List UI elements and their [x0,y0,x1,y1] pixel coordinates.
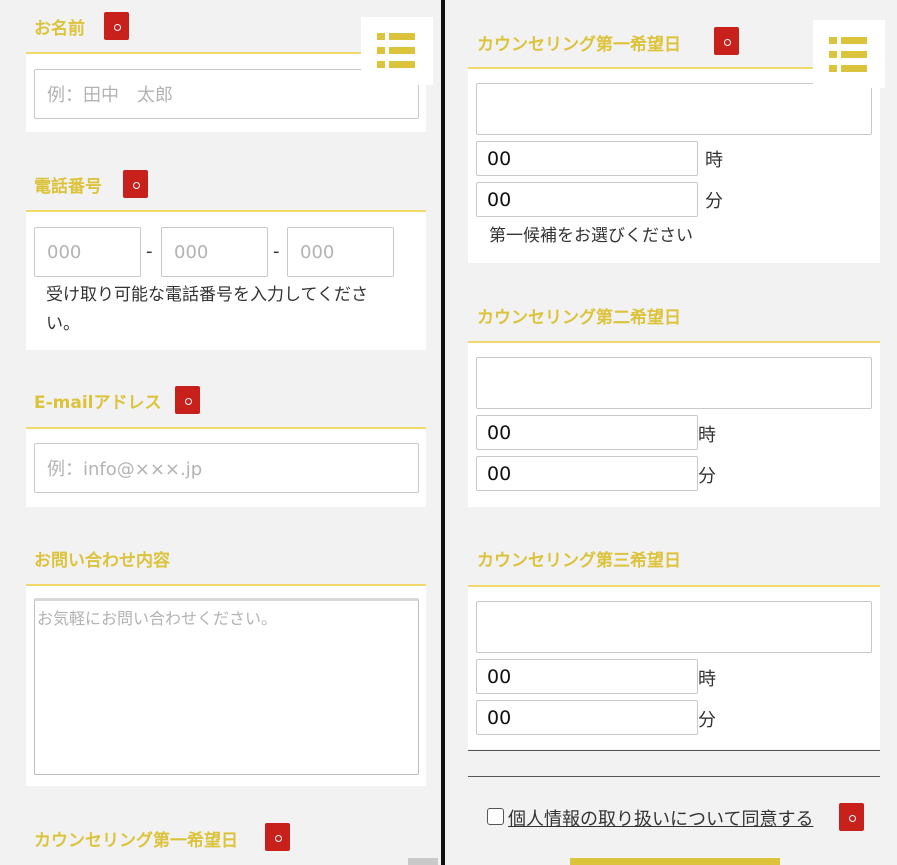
counseling-first-label-left: カウンセリング第一希望日 [34,831,238,851]
counseling-second-minute-unit: 分 [698,466,716,487]
counseling-second-hour-unit: 時 [698,425,716,446]
section-separator-top [468,750,880,751]
menu-button[interactable] [361,17,433,85]
counseling-first-hour-unit: 時 [705,150,723,171]
counseling-first-minute-unit: 分 [705,191,723,212]
counseling-third-date-input[interactable] [476,601,872,653]
scrollbar-thumb[interactable] [408,858,438,865]
counseling-second-date-input[interactable] [476,357,872,409]
list-menu-icon [829,37,837,44]
right-form-panel: カウンセリング第一希望日 00 時 00 分 第一候補をお選びください カウンセ… [445,0,897,865]
section-separator-bottom [468,776,880,777]
phone-input-1[interactable]: 000 [34,227,141,277]
counseling-first-help-text: 第一候補をお選びください [489,226,693,246]
counseling-first-label: カウンセリング第一希望日 [477,35,681,55]
phone-label: 電話番号 [34,177,102,197]
list-menu-icon [377,33,385,40]
menu-button-right[interactable] [813,20,885,88]
phone-input-3[interactable]: 000 [287,227,394,277]
phone-input-2[interactable]: 000 [161,227,268,277]
counseling-first-date-input[interactable] [476,83,872,135]
email-required-icon [175,386,200,414]
consent-checkbox[interactable] [487,808,504,825]
counseling-third-hour-unit: 時 [698,669,716,690]
counseling-third-minute-select[interactable]: 00 [476,700,698,735]
counseling-second-label: カウンセリング第二希望日 [477,308,681,328]
inquiry-textarea[interactable]: お気軽にお問い合わせください。 [34,598,419,775]
counseling-first-minute-select[interactable]: 00 [476,182,698,217]
name-label: お名前 [34,19,85,39]
email-label: E-mailアドレス [34,393,162,413]
phone-required-icon [123,170,148,198]
phone-separator-1: - [146,241,153,262]
left-form-panel: お名前 例：田中 太郎 電話番号 000 - 000 - 000 受け取り可能な… [0,0,441,865]
counseling-first-hour-select[interactable]: 00 [476,141,698,176]
inquiry-label: お問い合わせ内容 [34,551,170,571]
name-required-icon [104,12,129,40]
consent-required-icon [839,803,864,831]
counseling-first-required-icon [714,27,739,55]
submit-button[interactable] [570,858,780,865]
counseling-third-minute-unit: 分 [698,710,716,731]
consent-link[interactable]: 個人情報の取り扱いについて同意する [508,805,813,831]
counseling-third-label: カウンセリング第三希望日 [477,551,681,571]
phone-separator-2: - [273,241,280,262]
counseling-third-hour-select[interactable]: 00 [476,659,698,694]
counseling-second-hour-select[interactable]: 00 [476,415,698,450]
phone-help-text: 受け取り可能な電話番号を入力してください。 [46,285,368,334]
email-input[interactable]: 例：info@×××.jp [34,443,419,493]
counseling-second-minute-select[interactable]: 00 [476,456,698,491]
counseling-first-required-icon-left [265,823,290,851]
